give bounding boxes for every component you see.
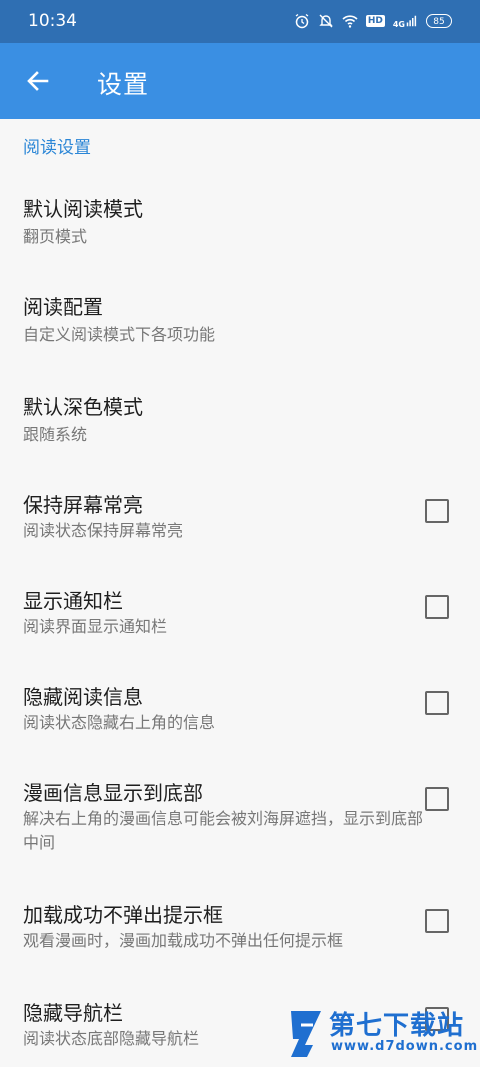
pref-title: 加载成功不弹出提示框 <box>23 903 223 927</box>
pref-title: 保持屏幕常亮 <box>23 493 143 517</box>
signal-icon <box>406 15 417 27</box>
watermark-url: www.d7down.com <box>331 1039 479 1054</box>
page-title: 设置 <box>97 70 150 99</box>
notifications-off-icon <box>319 14 333 28</box>
back-button[interactable] <box>18 61 58 101</box>
battery-indicator: 85 <box>426 14 452 28</box>
pref-title: 隐藏阅读信息 <box>23 685 143 709</box>
pref-title: 默认深色模式 <box>23 395 143 419</box>
pref-default-read-mode[interactable]: 默认阅读模式 翻页模式 <box>0 181 480 267</box>
keep-screen-on-checkbox[interactable] <box>425 499 449 523</box>
pref-summary: 解决右上角的漫画信息可能会被刘海屏遮挡，显示到底部中间 <box>23 809 424 852</box>
status-bar: 10:34 HD 4G 85 <box>0 0 480 43</box>
watermark-logo-icon <box>291 1011 321 1057</box>
pref-summary: 阅读界面显示通知栏 <box>23 617 168 636</box>
pref-summary: 自定义阅读模式下各项功能 <box>23 325 216 344</box>
comic-info-bottom-checkbox[interactable] <box>425 787 449 811</box>
app-bar: 设置 <box>0 43 480 119</box>
alarm-icon <box>295 13 309 29</box>
pref-summary: 阅读状态隐藏右上角的信息 <box>23 713 216 732</box>
pref-summary: 跟随系统 <box>23 425 88 444</box>
pref-read-config[interactable]: 阅读配置 自定义阅读模式下各项功能 <box>0 281 480 367</box>
arrow-left-icon <box>27 71 49 91</box>
pref-title: 默认阅读模式 <box>23 197 143 221</box>
signal-group: 4G <box>393 13 418 29</box>
no-load-toast-checkbox[interactable] <box>425 909 449 933</box>
pref-no-load-toast[interactable]: 加载成功不弹出提示框 观看漫画时，漫画加载成功不弹出任何提示框 <box>0 889 480 975</box>
pref-summary: 翻页模式 <box>23 227 88 246</box>
hide-read-info-checkbox[interactable] <box>425 691 449 715</box>
pref-title: 显示通知栏 <box>23 589 123 613</box>
pref-summary: 阅读状态保持屏幕常亮 <box>23 521 184 540</box>
section-header: 阅读设置 <box>23 138 91 158</box>
network-type: 4G <box>392 20 405 29</box>
pref-keep-screen-on[interactable]: 保持屏幕常亮 阅读状态保持屏幕常亮 <box>0 479 480 565</box>
pref-hide-read-info[interactable]: 隐藏阅读信息 阅读状态隐藏右上角的信息 <box>0 671 480 757</box>
settings-list: 阅读设置 默认阅读模式 翻页模式 阅读配置 自定义阅读模式下各项功能 默认深色模… <box>0 119 480 1067</box>
pref-title: 隐藏导航栏 <box>23 1001 123 1025</box>
wifi-icon <box>342 15 358 28</box>
watermark: 第七下载站 www.d7down.com <box>287 1005 477 1061</box>
pref-show-notification-bar[interactable]: 显示通知栏 阅读界面显示通知栏 <box>0 575 480 661</box>
status-time: 10:34 <box>28 11 77 31</box>
pref-title: 阅读配置 <box>23 295 103 319</box>
watermark-name: 第七下载站 <box>329 1011 465 1041</box>
pref-summary: 观看漫画时，漫画加载成功不弹出任何提示框 <box>23 931 344 950</box>
show-notification-bar-checkbox[interactable] <box>425 595 449 619</box>
pref-comic-info-bottom[interactable]: 漫画信息显示到底部 解决右上角的漫画信息可能会被刘海屏遮挡，显示到底部中间 <box>0 767 480 877</box>
hd-badge: HD <box>365 15 385 27</box>
pref-title: 漫画信息显示到底部 <box>23 781 203 805</box>
status-icons: HD 4G 85 <box>294 11 452 31</box>
pref-dark-mode[interactable]: 默认深色模式 跟随系统 <box>0 381 480 467</box>
